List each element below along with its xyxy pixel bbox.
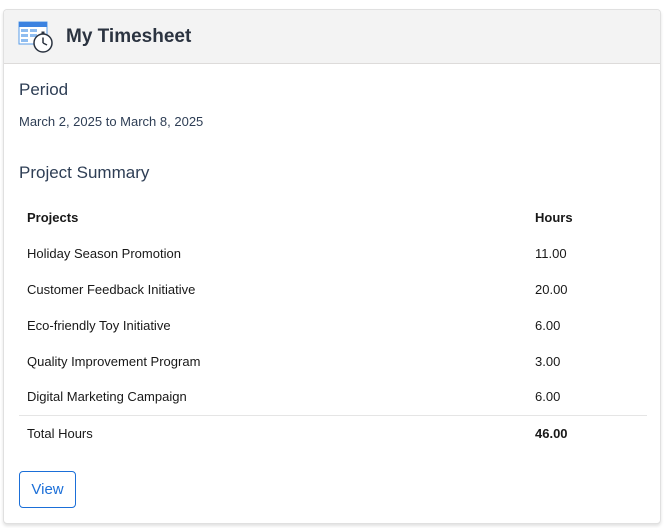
column-header-hours: Hours bbox=[535, 209, 573, 225]
table-row: Customer Feedback Initiative 20.00 bbox=[19, 271, 647, 307]
table-row: Quality Improvement Program 3.00 bbox=[19, 343, 647, 379]
period-title: Period bbox=[19, 80, 69, 99]
table-row: Digital Marketing Campaign 6.00 bbox=[19, 379, 647, 415]
table-row: Eco-friendly Toy Initiative 6.00 bbox=[19, 307, 647, 343]
project-hours: 11.00 bbox=[535, 245, 567, 261]
table-row: Holiday Season Promotion 11.00 bbox=[19, 235, 647, 271]
period-range: March 2, 2025 to March 8, 2025 bbox=[19, 114, 204, 129]
project-summary-title: Project Summary bbox=[19, 163, 150, 182]
card-title: My Timesheet bbox=[66, 25, 192, 47]
project-hours: 6.00 bbox=[535, 317, 561, 333]
project-name: Eco-friendly Toy Initiative bbox=[27, 317, 171, 333]
total-hours-value: 46.00 bbox=[527, 414, 647, 452]
card-body: Period March 2, 2025 to March 8, 2025 Pr… bbox=[4, 64, 660, 508]
project-name: Customer Feedback Initiative bbox=[27, 281, 196, 297]
timesheet-card: My Timesheet Period March 2, 2025 to Mar… bbox=[3, 9, 661, 524]
project-hours: 20.00 bbox=[535, 281, 568, 297]
table-header-row: Projects Hours bbox=[19, 199, 647, 235]
column-header-projects: Projects bbox=[27, 209, 79, 225]
project-name: Digital Marketing Campaign bbox=[27, 389, 187, 405]
project-hours: 6.00 bbox=[535, 389, 561, 405]
total-row: Total Hours 46.00 bbox=[19, 414, 647, 452]
project-hours: 3.00 bbox=[535, 353, 561, 369]
timesheet-stopwatch-icon bbox=[18, 21, 53, 53]
project-summary-table: Projects Hours Holiday Season Promotion … bbox=[19, 199, 647, 452]
card-header: My Timesheet bbox=[4, 10, 660, 64]
total-hours-label: Total Hours bbox=[19, 414, 527, 452]
project-name: Quality Improvement Program bbox=[27, 353, 201, 369]
project-name: Holiday Season Promotion bbox=[27, 245, 181, 261]
view-button[interactable]: View bbox=[19, 471, 76, 508]
